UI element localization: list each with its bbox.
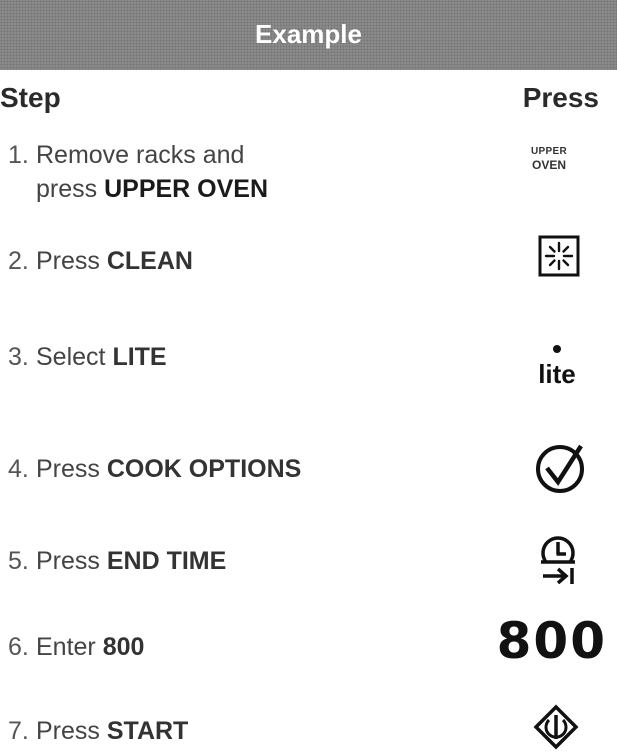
checkmark-circle-icon [536,444,584,493]
upper-oven-label-line1: UPPER [531,146,567,157]
step-keyword: 800 [102,633,145,661]
lite-button[interactable]: lite [527,345,587,387]
step-number: 3. [8,343,29,371]
clean-button[interactable] [537,234,581,278]
cook-options-button[interactable] [533,440,589,496]
step-number: 1. [8,141,29,169]
step-5: 5. Press END TIME [0,544,226,578]
example-banner: Example [0,0,617,70]
step-7: 7. Press START [0,714,188,748]
upper-oven-button[interactable]: UPPER OVEN [519,146,579,172]
step-text: press [36,175,105,203]
step-text: Select [36,343,113,371]
step-keyword: LITE [112,343,167,371]
step-text: Press [36,247,107,275]
step-keyword: CLEAN [106,247,193,275]
end-time-button[interactable] [535,532,581,584]
step-number: 2. [8,247,29,275]
banner-title: Example [255,19,362,49]
start-button[interactable] [533,704,579,750]
start-icon [533,704,579,750]
step-number: 5. [8,547,29,575]
end-time-icon [541,536,575,584]
step-text: Press [36,455,107,483]
step-number: 6. [8,633,29,661]
step-text: Enter [36,633,103,661]
step-text: Remove racks and [36,141,245,169]
step-1: 1. Remove racks and press UPPER OVEN [0,138,268,206]
step-keyword: END TIME [106,547,227,575]
step-text: Press [36,547,107,575]
press-column-header: Press [522,82,599,113]
step-2: 2. Press CLEAN [0,244,193,278]
step-keyword: UPPER OVEN [104,175,269,203]
step-3: 3. Select LITE [0,340,167,374]
step-4: 4. Press COOK OPTIONS [0,452,301,486]
enter-value-display: 800 [496,612,607,670]
step-text: Press [36,717,107,745]
step-keyword: START [106,717,189,745]
step-number: 7. [8,717,29,745]
clean-icon [538,235,580,277]
lite-indicator-dot [553,345,561,353]
step-6: 6. Enter 800 [0,630,144,664]
step-number: 4. [8,455,29,483]
step-keyword: COOK OPTIONS [106,455,302,483]
lite-label: lite [538,359,576,389]
upper-oven-label-line2: OVEN [531,158,566,172]
step-column-header: Step [0,82,61,113]
